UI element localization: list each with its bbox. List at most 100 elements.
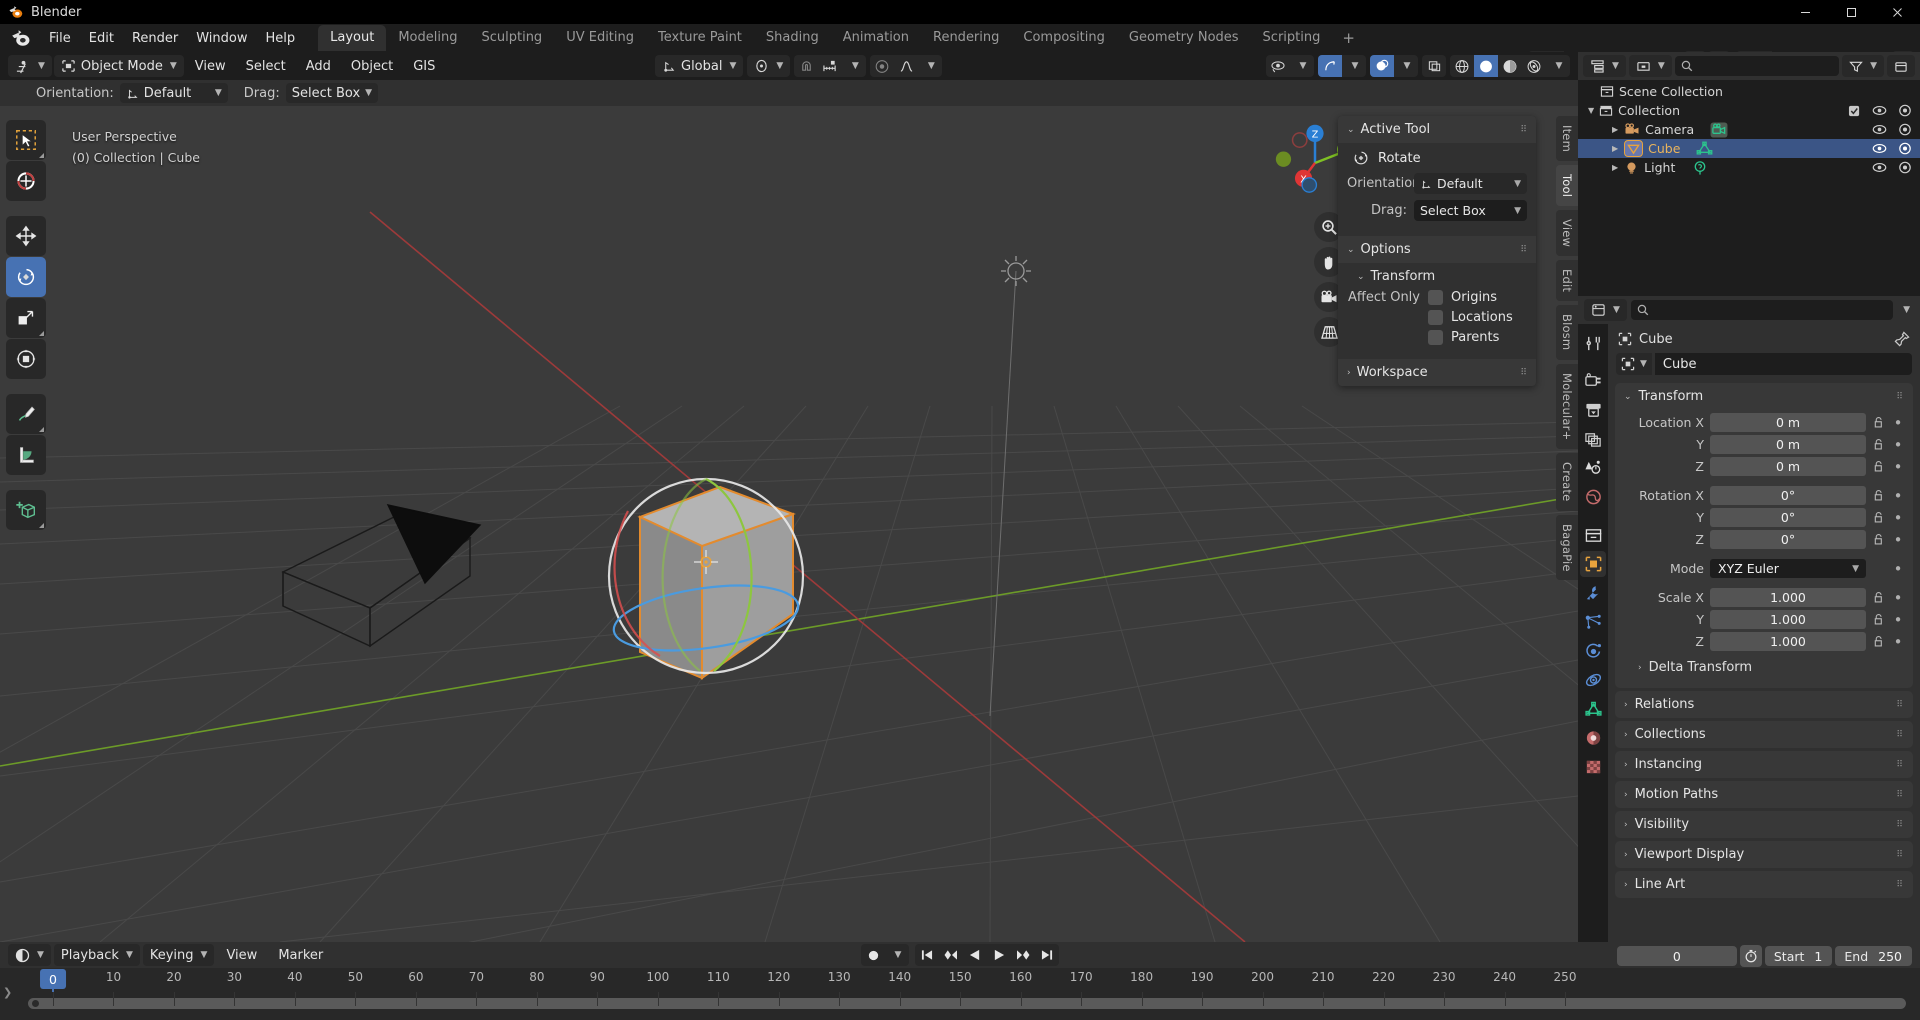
panel-collections[interactable]: › Collections ⠿ xyxy=(1615,721,1913,748)
animate-dot-scale-z[interactable]: • xyxy=(1892,634,1904,649)
lock-icon-rotation-z[interactable] xyxy=(1872,533,1886,546)
menu-render[interactable]: Render xyxy=(123,28,187,49)
wireframe-shading-icon[interactable] xyxy=(1450,55,1474,77)
close-button[interactable] xyxy=(1874,0,1920,24)
chevron-right-icon[interactable]: ▶ xyxy=(1612,163,1618,172)
chevron-right-icon[interactable]: ▶ xyxy=(1612,144,1618,153)
auto-keying-dropdown[interactable]: ▼ xyxy=(885,944,909,966)
chevron-down-icon[interactable]: ▼ xyxy=(1588,106,1594,115)
jump-end-icon[interactable] xyxy=(1035,944,1059,966)
panel-header-transform[interactable]: ⌄ Transform ⠿ xyxy=(1615,383,1913,410)
toggle-xray-icon[interactable] xyxy=(1422,55,1446,77)
lock-icon-rotation-x[interactable] xyxy=(1872,489,1886,502)
np-orientation-dropdown[interactable]: Default ▼ xyxy=(1414,173,1527,194)
menu-edit[interactable]: Edit xyxy=(80,28,123,49)
eye-icon[interactable] xyxy=(1872,143,1887,154)
n-tab-item[interactable]: Item xyxy=(1556,116,1578,161)
properties-tab-scene[interactable] xyxy=(1580,455,1606,481)
snap-mode-selector[interactable] xyxy=(818,55,842,77)
outliner-row-light[interactable]: ▶ Light xyxy=(1578,158,1920,177)
animate-dot-scale-y[interactable]: • xyxy=(1892,612,1904,627)
viewport-menu-gis[interactable]: GIS xyxy=(404,55,444,77)
jump-start-icon[interactable] xyxy=(915,944,939,966)
field-rotation-y[interactable]: 0° xyxy=(1710,508,1866,527)
panel-header-instancing[interactable]: › Instancing ⠿ xyxy=(1615,751,1913,778)
workspace-tab-scripting[interactable]: Scripting xyxy=(1251,25,1333,51)
panel-header-motion-paths[interactable]: › Motion Paths ⠿ xyxy=(1615,781,1913,808)
menu-window[interactable]: Window xyxy=(187,28,256,49)
viewport-menu-view[interactable]: View xyxy=(186,55,235,77)
workspace-tab-modeling[interactable]: Modeling xyxy=(386,25,469,51)
field-location-x[interactable]: 0 m xyxy=(1710,413,1866,432)
pin-icon[interactable] xyxy=(1894,331,1910,347)
panel-instancing[interactable]: › Instancing ⠿ xyxy=(1615,751,1913,778)
frame-end-field[interactable]: End 250 xyxy=(1835,946,1912,966)
animate-dot-rotation-y[interactable]: • xyxy=(1892,510,1904,525)
n-tab-view[interactable]: View xyxy=(1556,210,1578,257)
properties-tab-collection[interactable] xyxy=(1580,522,1606,548)
menu-file[interactable]: File xyxy=(40,28,80,49)
checkbox-parents[interactable] xyxy=(1428,330,1443,345)
workspace-tab-geometry-nodes[interactable]: Geometry Nodes xyxy=(1117,25,1251,51)
next-keyframe-icon[interactable] xyxy=(1011,944,1035,966)
minimize-button[interactable] xyxy=(1782,0,1828,24)
tool-scale[interactable] xyxy=(6,298,46,338)
outliner-search-input[interactable] xyxy=(1674,56,1840,76)
workspace-tab-rendering[interactable]: Rendering xyxy=(921,25,1011,51)
menu-help[interactable]: Help xyxy=(257,28,305,49)
panel-relations[interactable]: › Relations ⠿ xyxy=(1615,691,1913,718)
properties-tab-output[interactable] xyxy=(1580,397,1606,423)
animate-dot-location-x[interactable]: • xyxy=(1892,415,1904,430)
timeline-horizontal-scrollbar[interactable] xyxy=(28,998,1906,1009)
properties-tab-modifiers[interactable] xyxy=(1580,580,1606,606)
chevron-right-icon[interactable]: ▶ xyxy=(1612,125,1618,134)
panel-header-relations[interactable]: › Relations ⠿ xyxy=(1615,691,1913,718)
panel-header-line-art[interactable]: › Line Art ⠿ xyxy=(1615,871,1913,898)
outliner-display-mode[interactable]: ▼ xyxy=(1628,55,1672,77)
field-scale-y[interactable]: 1.000 xyxy=(1710,610,1866,629)
3d-viewport[interactable]: User Perspective (0) Collection | Cube Z… xyxy=(0,106,1578,942)
use-preview-range-icon[interactable] xyxy=(1739,945,1762,967)
timeline-menu-keying[interactable]: Keying ▼ xyxy=(142,944,215,966)
checkbox-origins[interactable] xyxy=(1428,290,1443,305)
timeline-menu-marker[interactable]: Marker xyxy=(269,944,332,966)
tool-add-cube[interactable] xyxy=(6,490,46,530)
properties-tab-texture[interactable] xyxy=(1580,754,1606,780)
camera-render-icon[interactable] xyxy=(1898,161,1912,174)
workspace-tab-compositing[interactable]: Compositing xyxy=(1011,25,1117,51)
outliner-row-collection[interactable]: ▼ Collection xyxy=(1578,101,1920,120)
add-workspace-button[interactable]: + xyxy=(1332,26,1365,50)
overlay-dropdown[interactable]: ▼ xyxy=(1394,55,1418,77)
timeline-menu-playback[interactable]: Playback ▼ xyxy=(53,944,140,966)
panel-header-options[interactable]: ⌄ Options ⠿ xyxy=(1338,236,1536,263)
camera-render-icon[interactable] xyxy=(1898,104,1912,117)
field-rotation-z[interactable]: 0° xyxy=(1710,530,1866,549)
frame-start-field[interactable]: Start 1 xyxy=(1764,946,1833,966)
workspace-tab-layout[interactable]: Layout xyxy=(318,25,387,51)
tool-transform[interactable] xyxy=(6,339,46,379)
properties-tab-world[interactable] xyxy=(1580,484,1606,510)
light-data-icon[interactable] xyxy=(1692,160,1708,176)
transform-orientation-selector[interactable]: Global ▼ xyxy=(655,55,744,77)
panel-line-art[interactable]: › Line Art ⠿ xyxy=(1615,871,1913,898)
lock-icon-scale-y[interactable] xyxy=(1872,613,1886,626)
field-location-z[interactable]: 0 m xyxy=(1710,457,1866,476)
outliner-editor-type[interactable]: ▼ xyxy=(1583,55,1626,77)
n-tab-blosm[interactable]: Blosm xyxy=(1556,305,1578,360)
lock-icon-scale-x[interactable] xyxy=(1872,591,1886,604)
camera-data-icon[interactable] xyxy=(1710,121,1728,138)
panel-viewport-display[interactable]: › Viewport Display ⠿ xyxy=(1615,841,1913,868)
properties-tab-material[interactable] xyxy=(1580,725,1606,751)
snap-dropdown[interactable]: ▼ xyxy=(842,55,866,77)
subpanel-delta-transform[interactable]: › Delta Transform xyxy=(1624,653,1904,679)
eye-icon[interactable] xyxy=(1872,124,1887,135)
n-tab-tool[interactable]: Tool xyxy=(1556,164,1578,207)
checkbox-checked-icon[interactable] xyxy=(1848,105,1861,117)
panel-header-workspace[interactable]: › Workspace ⠿ xyxy=(1338,359,1536,386)
camera-render-icon[interactable] xyxy=(1898,142,1912,155)
checkbox-locations[interactable] xyxy=(1428,310,1443,325)
current-frame-field[interactable]: 0 xyxy=(1616,946,1737,966)
properties-tab-constraints[interactable] xyxy=(1580,667,1606,693)
proportional-falloff-selector[interactable] xyxy=(894,55,918,77)
interaction-mode-selector[interactable]: Object Mode ▼ xyxy=(53,55,184,77)
